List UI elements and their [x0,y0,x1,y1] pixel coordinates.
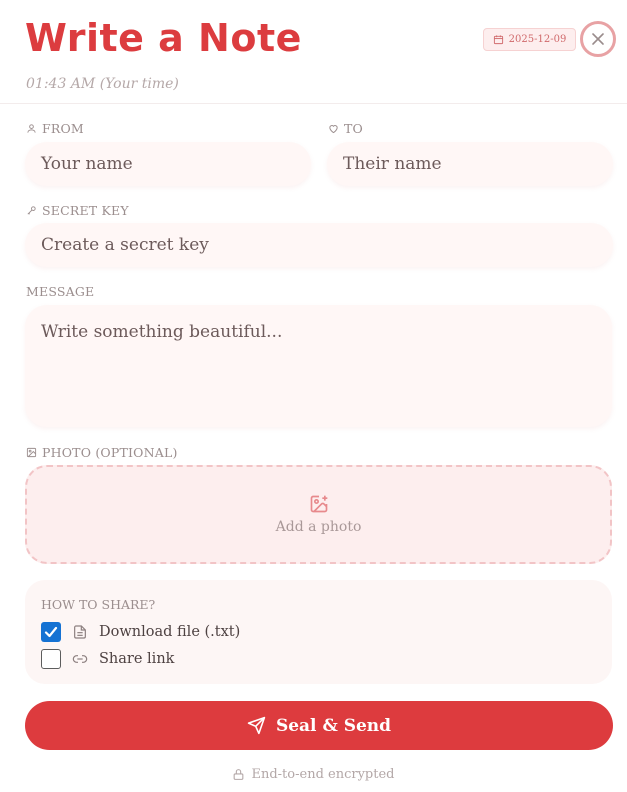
date-text: 2025-12-09 [508,34,567,45]
close-button[interactable] [580,21,616,57]
send-label: Seal & Send [275,715,392,736]
secret-key-label-text: SECRET KEY [42,203,129,218]
share-options: HOW TO SHARE? Download file (.txt) Share… [25,580,612,684]
lock-icon [234,769,244,780]
to-placeholder: Their name [343,154,442,174]
share-link-checkbox[interactable] [41,649,61,669]
to-field[interactable]: Their name [327,142,613,186]
calendar-icon [493,35,503,45]
download-checkbox[interactable] [41,622,61,642]
secret-key-field[interactable]: Create a secret key [25,223,613,267]
to-label: TO [328,121,363,136]
share-link-option-label: Share link [99,651,175,667]
link-icon [72,655,88,663]
share-title: HOW TO SHARE? [41,597,156,612]
image-icon [26,447,37,458]
share-option-link[interactable]: Share link [41,649,174,669]
encryption-footer: End-to-end encrypted [0,767,627,782]
date-badge: 2025-12-09 [483,28,576,51]
close-icon [592,33,604,45]
message-label-text: MESSAGE [26,284,95,299]
footer-text: End-to-end encrypted [251,767,395,782]
message-label: MESSAGE [26,284,94,299]
note-header: Write a Note 01:43 AM (Your time) 2025-1… [0,0,627,104]
photo-dropzone[interactable]: Add a photo [25,465,612,564]
secret-key-placeholder: Create a secret key [41,235,209,255]
send-icon [247,716,266,735]
photo-label: PHOTO (OPTIONAL) [26,445,178,460]
check-icon [44,626,58,638]
photo-label-text: PHOTO (OPTIONAL) [42,445,178,460]
key-icon [27,206,36,215]
image-plus-icon [310,495,327,513]
local-time: 01:43 AM (Your time) [26,76,179,92]
secret-key-label: SECRET KEY [26,203,129,218]
user-icon [27,124,36,133]
seal-and-send-button[interactable]: Seal & Send [25,701,613,750]
to-label-text: TO [344,121,363,136]
from-field[interactable]: Your name [25,142,311,186]
file-icon [74,625,86,639]
message-placeholder: Write something beautiful... [41,322,283,342]
from-placeholder: Your name [41,154,133,174]
page-title: Write a Note [25,16,302,60]
from-label-text: FROM [42,121,84,136]
download-option-label: Download file (.txt) [99,624,241,640]
heart-icon [329,125,338,134]
add-photo-text: Add a photo [275,519,362,535]
message-textarea[interactable]: Write something beautiful... [25,305,612,427]
share-option-download[interactable]: Download file (.txt) [41,622,240,642]
from-label: FROM [26,121,84,136]
